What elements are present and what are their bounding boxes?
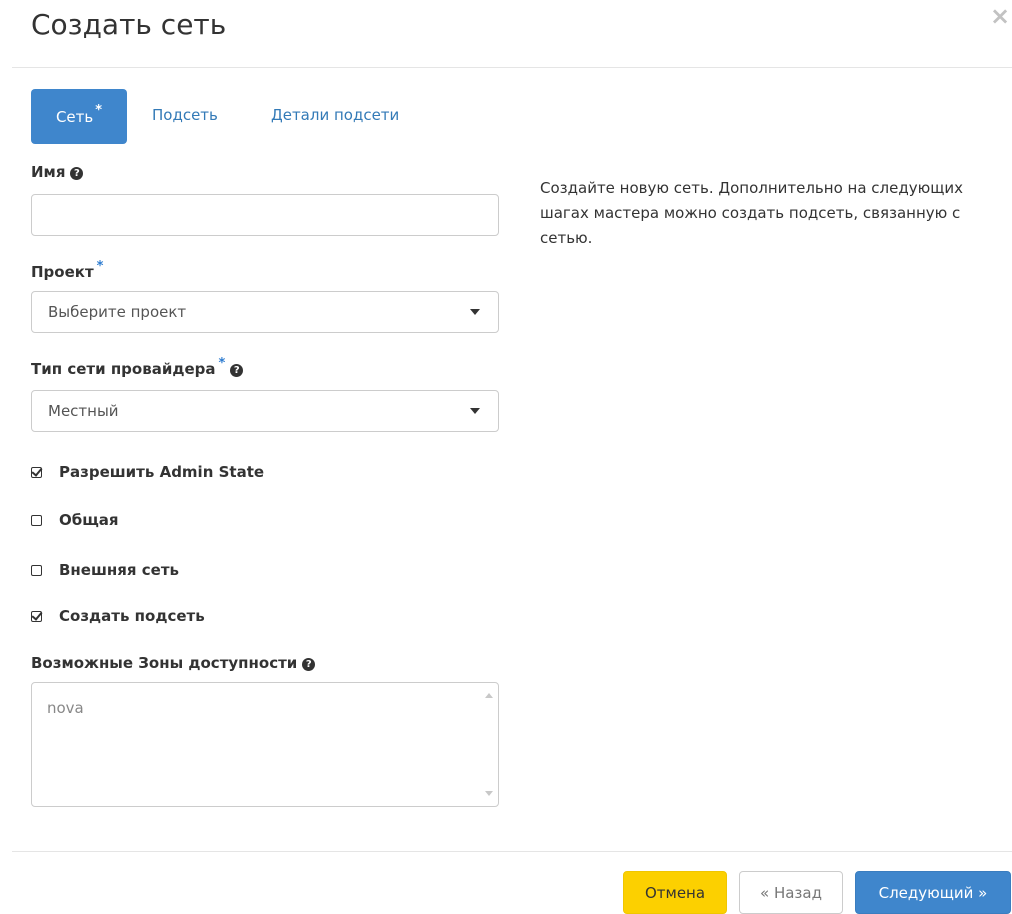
provider-type-select-value: Местный (48, 402, 119, 420)
project-select-value: Выберите проект (48, 303, 187, 321)
tab-network[interactable]: Сеть * (31, 89, 127, 144)
provider-type-label-text: Тип сети провайдера (31, 360, 216, 378)
tab-subnet[interactable]: Подсеть (152, 106, 218, 124)
scroll-down-icon[interactable] (485, 791, 493, 796)
shared-checkbox[interactable] (31, 514, 42, 526)
admin-state-checkbox-row[interactable]: Разрешить Admin State (31, 463, 264, 481)
header-divider (12, 67, 1012, 68)
provider-type-select[interactable]: Местный (31, 390, 499, 432)
help-description: Создайте новую сеть. Дополнительно на сл… (540, 179, 963, 247)
name-label-text: Имя (31, 163, 66, 181)
name-field[interactable] (31, 194, 499, 236)
availability-zones-label-text: Возможные Зоны доступности (31, 654, 298, 672)
shared-label: Общая (59, 511, 119, 529)
tab-network-label: Сеть (55, 107, 94, 126)
close-icon[interactable]: × (990, 4, 1010, 28)
project-label-text: Проект (31, 263, 94, 281)
availability-zones-label: Возможные Зоны доступности? (31, 654, 316, 672)
project-select[interactable]: Выберите проект (31, 291, 499, 333)
help-icon[interactable]: ? (230, 364, 244, 377)
cancel-button[interactable]: Отмена (623, 871, 727, 914)
next-button[interactable]: Следующий » (855, 871, 1011, 914)
provider-type-label: Тип сети провайдера *? (31, 356, 244, 378)
required-mark: * (95, 103, 103, 118)
name-label: Имя? (31, 163, 84, 181)
footer-divider (12, 851, 1012, 852)
admin-state-label: Разрешить Admin State (59, 463, 265, 481)
project-label: Проект * (31, 259, 103, 281)
external-network-label: Внешняя сеть (59, 561, 179, 579)
chevron-down-icon (470, 309, 480, 315)
required-mark: * (218, 356, 226, 371)
external-network-checkbox-row[interactable]: Внешняя сеть (31, 561, 179, 579)
required-mark: * (96, 259, 104, 274)
chevron-down-icon (470, 408, 480, 414)
create-subnet-label: Создать подсеть (59, 607, 205, 625)
admin-state-checkbox[interactable] (31, 466, 42, 478)
help-icon[interactable]: ? (70, 167, 84, 180)
shared-checkbox-row[interactable]: Общая (31, 511, 119, 529)
external-network-checkbox[interactable] (31, 564, 42, 576)
tab-subnet-details[interactable]: Детали подсети (271, 106, 399, 124)
dialog-title: Создать сеть (31, 8, 227, 41)
create-subnet-checkbox-row[interactable]: Создать подсеть (31, 607, 205, 625)
name-input[interactable] (48, 195, 482, 235)
back-button[interactable]: « Назад (739, 871, 843, 914)
availability-zone-option[interactable]: nova (47, 699, 84, 717)
create-subnet-checkbox[interactable] (31, 610, 42, 622)
availability-zones-listbox[interactable]: nova (31, 682, 499, 807)
scroll-up-icon[interactable] (485, 693, 493, 698)
help-icon[interactable]: ? (302, 658, 316, 671)
